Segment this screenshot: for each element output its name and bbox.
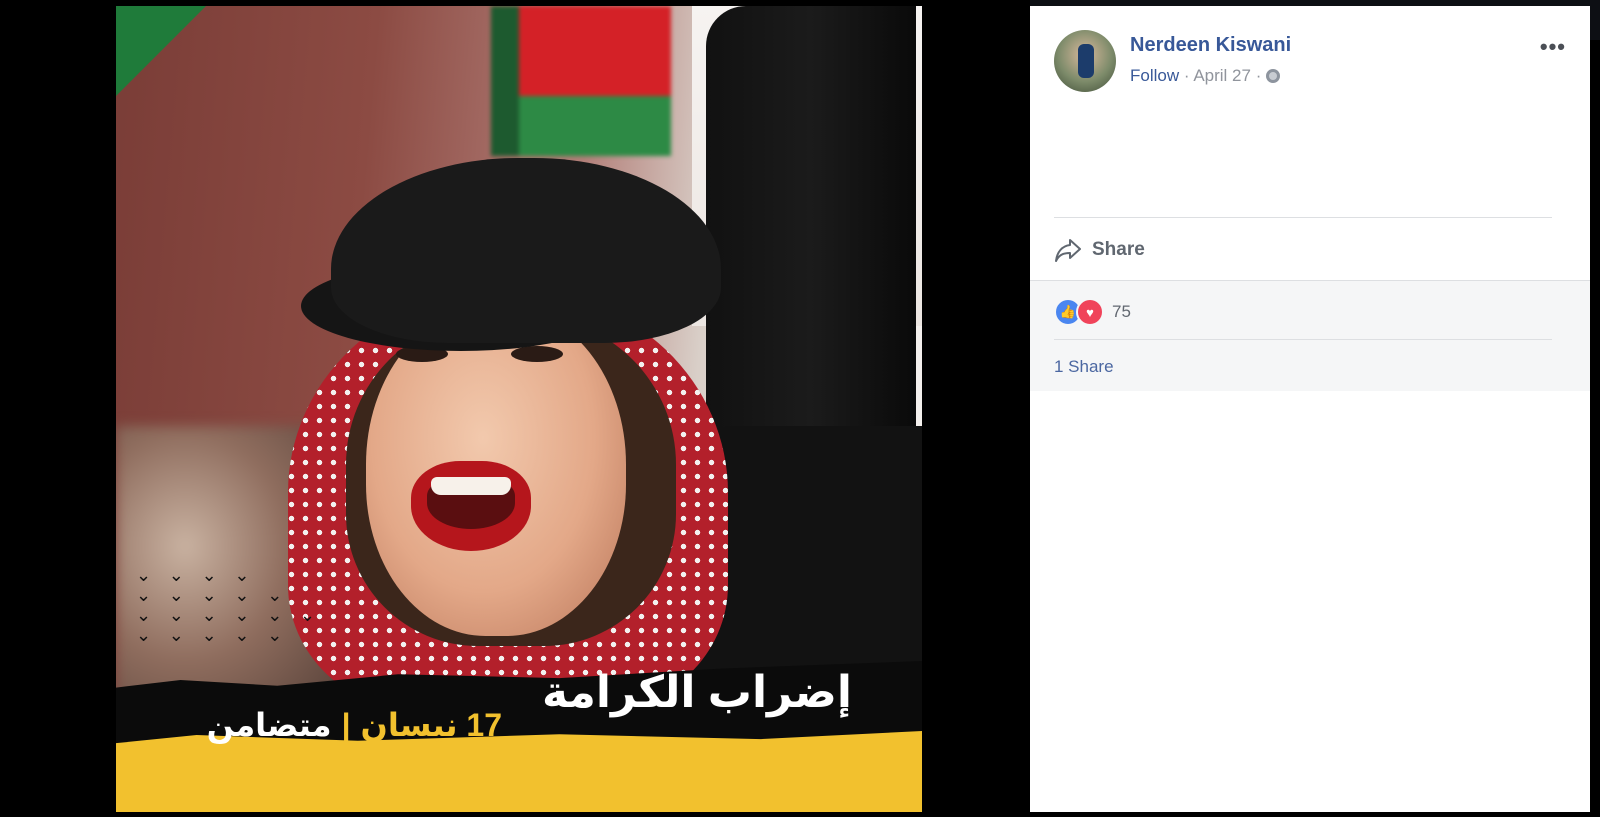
more-options-icon[interactable]: ••• bbox=[1540, 34, 1566, 60]
photo-banner: إضراب الكرامة 17 نيسان|متضامن bbox=[116, 661, 922, 812]
photo-flag bbox=[491, 6, 671, 156]
photo-birds-graphic: ⌄ ⌄ ⌄ ⌄ ⌄ ⌄ ⌄ ⌄ ⌄ ⌄ ⌄ ⌄ ⌄ ⌄ ⌄ ⌄ ⌄ ⌄ ⌄ ⌄ bbox=[136, 565, 322, 646]
banner-date: 17 نيسان bbox=[360, 707, 502, 743]
photo-viewer: ⌄ ⌄ ⌄ ⌄ ⌄ ⌄ ⌄ ⌄ ⌄ ⌄ ⌄ ⌄ ⌄ ⌄ ⌄ ⌄ ⌄ ⌄ ⌄ ⌄ إضر… bbox=[0, 0, 1600, 817]
banner-dateline: 17 نيسان|متضامن bbox=[207, 706, 502, 744]
banner-headline: إضراب الكرامة bbox=[541, 668, 852, 717]
divider bbox=[1054, 339, 1552, 340]
photo-mouth bbox=[411, 461, 531, 551]
post-stats: 👍 ♥ 75 1 Share bbox=[1030, 280, 1590, 391]
banner-separator: | bbox=[341, 707, 351, 743]
photo-stage[interactable]: ⌄ ⌄ ⌄ ⌄ ⌄ ⌄ ⌄ ⌄ ⌄ ⌄ ⌄ ⌄ ⌄ ⌄ ⌄ ⌄ ⌄ ⌄ ⌄ ⌄ إضر… bbox=[0, 0, 1030, 817]
post-meta: Follow · April 27 · bbox=[1130, 66, 1281, 86]
globe-icon bbox=[1266, 69, 1281, 83]
meta-separator: · bbox=[1183, 66, 1190, 85]
share-button[interactable]: Share bbox=[1054, 234, 1145, 266]
follow-link[interactable]: Follow bbox=[1130, 66, 1179, 85]
divider bbox=[1054, 217, 1552, 218]
post-header: Nerdeen Kiswani Follow · April 27 · ••• bbox=[1054, 30, 1566, 94]
author-name-link[interactable]: Nerdeen Kiswani bbox=[1130, 34, 1291, 57]
post-date-link[interactable]: April 27 bbox=[1193, 66, 1251, 85]
reactions-summary[interactable]: 👍 ♥ 75 bbox=[1054, 298, 1131, 326]
post-photo[interactable]: ⌄ ⌄ ⌄ ⌄ ⌄ ⌄ ⌄ ⌄ ⌄ ⌄ ⌄ ⌄ ⌄ ⌄ ⌄ ⌄ ⌄ ⌄ ⌄ ⌄ إضر… bbox=[116, 6, 922, 812]
meta-separator: · bbox=[1255, 66, 1262, 85]
reaction-count: 75 bbox=[1112, 302, 1131, 321]
photo-corner-flag bbox=[116, 6, 206, 96]
share-button-label: Share bbox=[1092, 239, 1145, 260]
photo-eye-right bbox=[511, 346, 563, 362]
share-count-link[interactable]: 1 Share bbox=[1054, 357, 1114, 377]
share-arrow-icon bbox=[1055, 239, 1081, 262]
post-side-panel: Nerdeen Kiswani Follow · April 27 · ••• … bbox=[1030, 6, 1590, 812]
banner-solidarity: متضامن bbox=[206, 707, 332, 743]
love-icon: ♥ bbox=[1076, 298, 1104, 326]
author-avatar[interactable] bbox=[1054, 30, 1116, 92]
